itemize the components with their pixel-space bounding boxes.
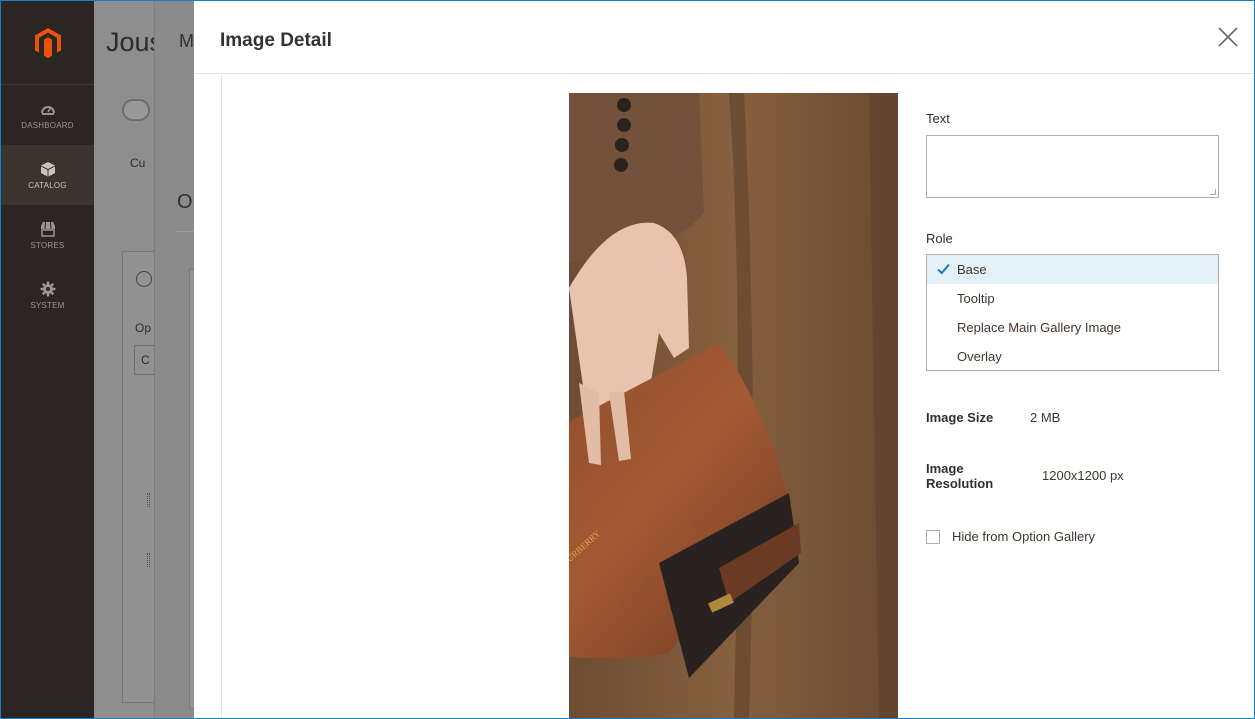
hide-from-option-gallery-checkbox[interactable] bbox=[926, 529, 940, 544]
admin-sidebar: DASHBOARD CATALOG STORES SYSTEM bbox=[1, 1, 94, 719]
image-size-label: Image Size bbox=[926, 410, 994, 425]
image-resolution-row: Image Resolution 1200x1200 px bbox=[926, 461, 1124, 491]
drag-handle-icon bbox=[147, 493, 150, 507]
role-option-label: Overlay bbox=[957, 349, 1002, 364]
image-size-row: Image Size 2 MB bbox=[926, 410, 1060, 425]
nav-item-catalog[interactable]: CATALOG bbox=[1, 145, 94, 205]
role-option-label: Tooltip bbox=[957, 291, 995, 306]
option-select-partial: C bbox=[134, 345, 154, 375]
enable-toggle bbox=[122, 99, 150, 121]
nav-item-dashboard[interactable]: DASHBOARD bbox=[1, 85, 94, 145]
product-image: BURBERRY bbox=[569, 93, 898, 719]
resize-handle-icon[interactable] bbox=[1210, 189, 1216, 195]
nav-label-stores: STORES bbox=[30, 240, 65, 250]
modal-body: BURBERRY Text Role Base Tooltip Replace … bbox=[221, 75, 1254, 719]
hide-from-option-gallery-label: Hide from Option Gallery bbox=[952, 529, 1096, 544]
image-detail-modal: Image Detail BURBERRY Text Role Base Too… bbox=[194, 1, 1254, 719]
text-label: Text bbox=[926, 111, 950, 126]
dashboard-icon bbox=[40, 105, 55, 115]
underlying-section-title-partial: O bbox=[177, 191, 193, 213]
image-resolution-label: Image Resolution bbox=[926, 461, 994, 491]
check-icon bbox=[937, 263, 950, 275]
product-title-partial: Jous bbox=[106, 27, 154, 57]
image-size-value: 2 MB bbox=[1030, 410, 1061, 425]
role-option-tooltip[interactable]: Tooltip bbox=[927, 284, 1218, 313]
close-icon[interactable] bbox=[1216, 25, 1240, 49]
role-option-label: Base bbox=[957, 262, 987, 277]
nav-label-system: SYSTEM bbox=[30, 300, 65, 310]
option-box bbox=[122, 251, 154, 703]
option-select-text: C bbox=[141, 353, 150, 367]
modal-title: Image Detail bbox=[220, 30, 332, 51]
underlying-modal-edge: M O bbox=[154, 1, 194, 719]
role-option-overlay[interactable]: Overlay bbox=[927, 342, 1218, 371]
modal-header: Image Detail bbox=[194, 1, 1254, 74]
magento-logo-icon bbox=[34, 27, 61, 58]
stores-icon bbox=[40, 221, 55, 237]
hide-from-option-gallery[interactable]: Hide from Option Gallery bbox=[926, 529, 1095, 544]
nav-item-stores[interactable]: STORES bbox=[1, 205, 94, 265]
nav-item-system[interactable]: SYSTEM bbox=[1, 265, 94, 325]
text-textarea[interactable] bbox=[926, 135, 1219, 198]
role-option-replace-main-gallery-image[interactable]: Replace Main Gallery Image bbox=[927, 313, 1218, 342]
catalog-box-icon bbox=[40, 161, 55, 176]
role-label: Role bbox=[926, 231, 953, 246]
background-page: Jous Cu Op C bbox=[94, 1, 154, 719]
image-resolution-value: 1200x1200 px bbox=[1042, 468, 1124, 483]
option-label-partial: Op bbox=[135, 321, 152, 335]
customizable-text-partial: Cu bbox=[130, 156, 146, 170]
role-option-label: Replace Main Gallery Image bbox=[957, 320, 1122, 335]
role-multiselect[interactable]: Base Tooltip Replace Main Gallery Image … bbox=[926, 254, 1219, 371]
nav-label-catalog: CATALOG bbox=[28, 180, 67, 190]
gear-icon bbox=[40, 281, 55, 296]
divider bbox=[177, 231, 194, 232]
product-photo: BURBERRY bbox=[569, 93, 898, 719]
drag-handle-icon bbox=[147, 553, 150, 567]
role-option-base[interactable]: Base bbox=[927, 255, 1218, 284]
collapse-icon bbox=[136, 271, 152, 287]
nav-label-dashboard: DASHBOARD bbox=[21, 120, 74, 130]
underlying-modal-title-partial: M bbox=[179, 31, 194, 51]
magento-logo[interactable] bbox=[1, 1, 94, 85]
